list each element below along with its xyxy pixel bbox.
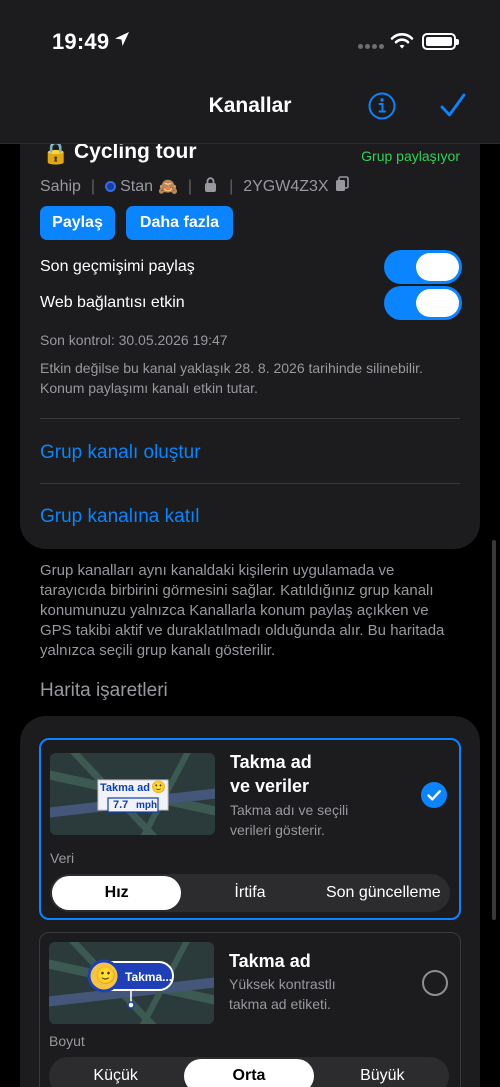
channel-card: 🔒 Cycling tour Grup paylaşıyor Sahip | S… — [20, 100, 480, 549]
join-group-link[interactable]: Grup kanalına katıl — [40, 506, 199, 528]
status-time: 19:49 — [52, 29, 110, 54]
location-arrow-icon — [113, 30, 131, 53]
option-description: Yüksek kontrastlı takma ad etiketi. — [229, 974, 336, 1014]
option-desc-line: takma ad etiketi. — [229, 996, 331, 1012]
option-selected-radio[interactable] — [421, 782, 447, 808]
web-link-label: Web bağlantısı etkin — [40, 294, 185, 311]
preview-nickname: Takma ad — [100, 782, 150, 794]
owner-color-dot-icon — [105, 181, 117, 192]
separator: | — [187, 177, 193, 195]
separator: | — [90, 177, 96, 195]
preview-speed: 7.7 — [113, 799, 129, 811]
scroll-content[interactable]: 🔒 Cycling tour Grup paylaşıyor Sahip | S… — [0, 0, 500, 1087]
toggle-knob — [416, 289, 459, 317]
group-footer-text: Grup kanalları aynı kanaldaki kişilerin … — [40, 562, 445, 659]
create-group-link[interactable]: Grup kanalı oluştur — [40, 442, 201, 464]
option-unselected-radio[interactable] — [422, 970, 448, 996]
data-segmented-control[interactable]: Hız İrtifa Son güncelleme — [50, 874, 450, 912]
battery-icon — [422, 33, 459, 50]
option-description: Takma adı ve seçili verileri gösterir. — [230, 800, 348, 840]
option-desc-line: Takma adı ve seçili — [230, 802, 349, 818]
preview-emoji: 🙂 — [151, 780, 166, 794]
channel-code: 2YGW4Z3X — [243, 177, 329, 195]
preview-unit: mph — [136, 800, 158, 811]
owner-row: Sahip | Stan 🙈 | | 2YGW4Z3X — [40, 176, 349, 197]
share-button[interactable]: Paylaş — [40, 206, 115, 240]
marker-preview-map: 🙂 Takma... — [49, 942, 214, 1024]
owner-name: Stan — [120, 177, 153, 195]
segment-speed[interactable]: Hız — [52, 876, 182, 910]
share-history-label: Son geçmişimi paylaş — [40, 258, 195, 275]
owner-emoji: 🙈 — [158, 178, 178, 196]
data-segment-label: Veri — [50, 850, 75, 866]
markers-card: Takma ad 🙂 7.7 mph Takma ad ve veriler T… — [20, 716, 480, 1087]
separator: | — [229, 177, 234, 195]
markers-section-title: Harita işaretleri — [40, 680, 168, 701]
page-title: Kanallar — [208, 94, 292, 117]
status-bar: 19:49 — [0, 0, 500, 76]
segment-last-update[interactable]: Son güncelleme — [319, 876, 448, 910]
option-title: Takma ad — [229, 949, 311, 973]
navigation-bar: Kanallar — [0, 76, 500, 144]
segment-altitude[interactable]: İrtifa — [185, 876, 314, 910]
preview-emoji: 🙂 — [95, 966, 117, 985]
share-history-toggle[interactable] — [384, 250, 462, 284]
marker-preview-map: Takma ad 🙂 7.7 mph — [50, 753, 215, 835]
option-desc-line: Yüksek kontrastlı — [229, 976, 336, 992]
preview-nickname: Takma... — [125, 970, 173, 984]
toggle-knob — [416, 253, 459, 281]
segment-small[interactable]: Küçük — [51, 1059, 180, 1087]
size-segment-label: Boyut — [49, 1033, 85, 1049]
divider — [40, 483, 460, 484]
option-title-line: ve veriler — [230, 776, 310, 796]
share-status: Grup paylaşıyor — [361, 148, 460, 164]
size-segmented-control[interactable]: Küçük Orta Büyük — [49, 1057, 449, 1087]
wifi-icon — [390, 32, 414, 55]
option-title-line: Takma ad — [230, 752, 312, 772]
more-button[interactable]: Daha fazla — [126, 206, 233, 240]
checkmark-icon — [427, 790, 441, 801]
copy-icon[interactable] — [335, 176, 349, 197]
info-circle-icon[interactable] — [367, 91, 397, 126]
option-title-line: Takma ad — [229, 951, 311, 971]
cellular-signal-icon — [358, 44, 384, 50]
option-desc-line: verileri gösterir. — [230, 822, 325, 838]
last-check-text: Son kontrol: 30.05.2026 19:47 — [40, 332, 228, 348]
lock-icon — [204, 176, 217, 197]
expiry-info-text: Etkin değilse bu kanal yaklaşık 28. 8. 2… — [40, 360, 423, 396]
web-link-toggle[interactable] — [384, 286, 462, 320]
marker-option-name[interactable]: 🙂 Takma... Takma ad Yüksek kontrastlı ta… — [39, 932, 461, 1087]
option-title: Takma ad ve veriler — [230, 750, 312, 798]
marker-option-name-data[interactable]: Takma ad 🙂 7.7 mph Takma ad ve veriler T… — [39, 738, 461, 920]
segment-large[interactable]: Büyük — [318, 1059, 447, 1087]
segment-medium[interactable]: Orta — [184, 1059, 314, 1087]
checkmark-done-icon[interactable] — [439, 91, 467, 126]
scroll-indicator[interactable] — [492, 540, 496, 920]
owner-label: Sahip — [40, 177, 81, 195]
divider — [40, 418, 460, 419]
